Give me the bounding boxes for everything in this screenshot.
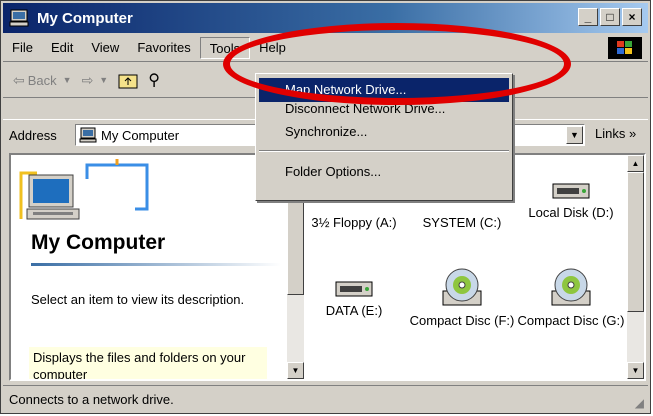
my-computer-banner-icon bbox=[19, 159, 149, 220]
up-folder-icon bbox=[118, 74, 138, 89]
pane-description: Select an item to view its description. bbox=[31, 292, 245, 307]
scroll-thumb[interactable] bbox=[627, 172, 644, 312]
drive-item[interactable]: Compact Disc (F:) bbox=[407, 267, 517, 329]
minimize-button[interactable]: _ bbox=[578, 8, 598, 26]
back-label: Back bbox=[27, 72, 57, 88]
menu-edit[interactable]: Edit bbox=[42, 37, 82, 59]
left-pane: My Computer Select an item to view its d… bbox=[11, 155, 287, 379]
info-tip: Displays the files and folders on your c… bbox=[29, 347, 267, 379]
menu-favorites[interactable]: Favorites bbox=[128, 37, 199, 59]
cd-drive-icon bbox=[551, 268, 591, 306]
forward-arrow-icon: ⇨ bbox=[81, 71, 94, 88]
map-network-drive-item[interactable]: Map Network Drive... bbox=[259, 78, 509, 102]
my-computer-icon bbox=[9, 9, 29, 27]
status-text: Connects to a network drive. bbox=[9, 391, 174, 407]
back-button[interactable]: ⇦ Back ▼ bbox=[13, 72, 72, 89]
search-button[interactable]: ⚲ bbox=[148, 70, 160, 90]
menu-bar: File Edit View Favorites Tools Help bbox=[3, 35, 648, 62]
menu-file[interactable]: File bbox=[3, 37, 42, 59]
folder-options-item[interactable]: Folder Options... bbox=[259, 160, 509, 184]
forward-button[interactable]: ⇨ ▼ bbox=[82, 72, 109, 89]
chevron-down-icon: ▼ bbox=[62, 75, 72, 85]
drive-label: 3½ Floppy (A:) bbox=[311, 215, 397, 230]
disconnect-network-drive-item[interactable]: Disconnect Network Drive... bbox=[259, 102, 509, 116]
title-bar[interactable]: My Computer _ □ × bbox=[3, 3, 648, 33]
menu-separator bbox=[259, 150, 509, 152]
drive-item[interactable]: 3½ Floppy (A:) bbox=[299, 215, 409, 231]
back-arrow-icon: ⇦ bbox=[13, 71, 25, 88]
menu-help[interactable]: Help bbox=[250, 37, 295, 59]
tools-menu-dropdown: Map Network Drive... Disconnect Network … bbox=[255, 73, 513, 201]
menu-tools[interactable]: Tools bbox=[199, 37, 251, 59]
synchronize-item[interactable]: Synchronize... bbox=[259, 120, 509, 144]
content-scrollbar[interactable]: ▲ ▼ bbox=[627, 155, 644, 379]
drive-item[interactable]: SYSTEM (C:) bbox=[407, 215, 517, 231]
drive-label: Local Disk (D:) bbox=[528, 205, 614, 220]
address-value: My Computer bbox=[101, 127, 180, 143]
maximize-button[interactable]: □ bbox=[600, 8, 620, 26]
chevron-down-icon: ▼ bbox=[99, 75, 109, 85]
drive-label: DATA (E:) bbox=[325, 303, 383, 318]
drive-item[interactable]: Local Disk (D:) bbox=[516, 181, 626, 221]
scroll-up-button[interactable]: ▲ bbox=[627, 155, 644, 172]
drive-label: SYSTEM (C:) bbox=[422, 215, 502, 230]
title-divider bbox=[31, 263, 281, 266]
menu-view[interactable]: View bbox=[82, 37, 128, 59]
drive-item[interactable]: Compact Disc (G:) bbox=[516, 267, 626, 329]
search-icon: ⚲ bbox=[148, 72, 160, 89]
hard-disk-icon bbox=[335, 281, 373, 297]
status-bar: Connects to a network drive. ◢ bbox=[3, 385, 648, 412]
scroll-down-button[interactable]: ▼ bbox=[287, 362, 304, 379]
pane-title: My Computer bbox=[31, 231, 166, 254]
address-dropdown-button[interactable]: ▼ bbox=[566, 126, 583, 144]
scroll-down-button[interactable]: ▼ bbox=[627, 362, 644, 379]
links-button[interactable]: Links » bbox=[595, 126, 636, 141]
explorer-window: My Computer _ □ × File Edit View Favorit… bbox=[0, 0, 651, 414]
resize-grip-icon[interactable]: ◢ bbox=[635, 396, 644, 410]
drive-label: Compact Disc (F:) bbox=[409, 313, 515, 328]
hard-disk-icon bbox=[552, 183, 590, 199]
up-folder-button[interactable] bbox=[118, 71, 138, 89]
cd-drive-icon bbox=[442, 268, 482, 306]
drive-label: Compact Disc (G:) bbox=[517, 313, 625, 328]
window-title: My Computer bbox=[37, 9, 133, 27]
close-button[interactable]: × bbox=[622, 8, 642, 26]
windows-logo-icon bbox=[608, 37, 642, 59]
my-computer-icon bbox=[79, 127, 97, 143]
drive-item[interactable]: DATA (E:) bbox=[299, 279, 409, 319]
address-label: Address bbox=[9, 127, 57, 143]
